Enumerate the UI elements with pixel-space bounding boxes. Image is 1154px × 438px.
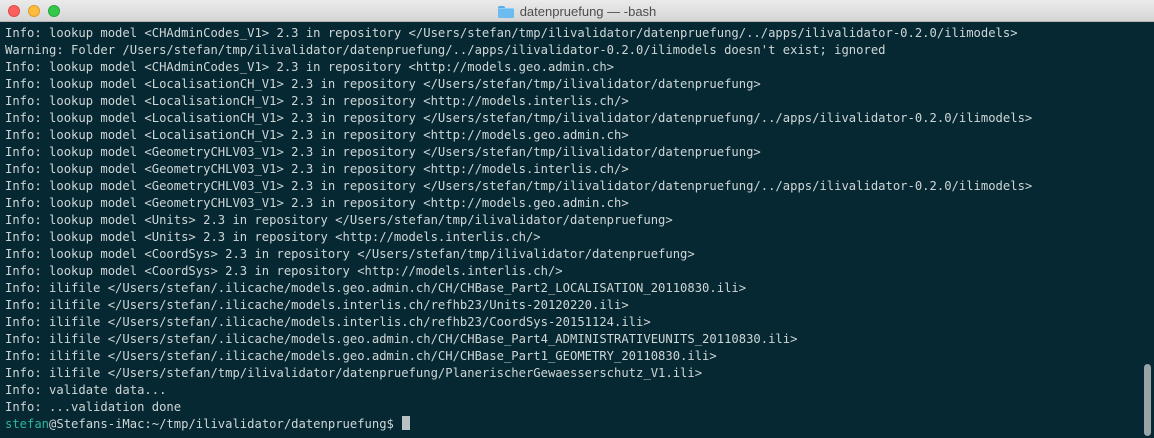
- terminal-line: Info: lookup model <LocalisationCH_V1> 2…: [5, 128, 629, 142]
- terminal-text: Info: lookup model <CHAdminCodes_V1> 2.3…: [5, 25, 1140, 433]
- scrollbar-thumb[interactable]: [1144, 364, 1151, 436]
- terminal-line: Info: lookup model <LocalisationCH_V1> 2…: [5, 94, 629, 108]
- terminal-line: Info: ilifile </Users/stefan/.ilicache/m…: [5, 349, 717, 363]
- title-bar: datenpruefung — -bash: [0, 0, 1154, 22]
- terminal-line: Info: lookup model <CHAdminCodes_V1> 2.3…: [5, 26, 1018, 40]
- terminal-line: Info: lookup model <LocalisationCH_V1> 2…: [5, 77, 761, 91]
- terminal-line: Info: lookup model <CoordSys> 2.3 in rep…: [5, 247, 695, 261]
- terminal-line: Info: lookup model <GeometryCHLV03_V1> 2…: [5, 162, 629, 176]
- terminal-line: Info: lookup model <CHAdminCodes_V1> 2.3…: [5, 60, 615, 74]
- scrollbar[interactable]: [1143, 24, 1152, 436]
- terminal-line: Info: lookup model <GeometryCHLV03_V1> 2…: [5, 179, 1033, 193]
- terminal-line: Info: lookup model <GeometryCHLV03_V1> 2…: [5, 145, 761, 159]
- terminal-line: Info: ilifile </Users/stefan/.ilicache/m…: [5, 332, 798, 346]
- terminal-window: datenpruefung — -bash Info: lookup model…: [0, 0, 1154, 438]
- window-title: datenpruefung — -bash: [519, 3, 657, 19]
- folder-icon: [497, 5, 514, 18]
- window-title-group: datenpruefung — -bash: [0, 0, 1154, 22]
- terminal-line: Info: ilifile </Users/stefan/.ilicache/m…: [5, 298, 629, 312]
- terminal-line: Info: lookup model <Units> 2.3 in reposi…: [5, 213, 673, 227]
- terminal-line: Info: ilifile </Users/stefan/.ilicache/m…: [5, 281, 747, 295]
- terminal-output[interactable]: Info: lookup model <CHAdminCodes_V1> 2.3…: [0, 22, 1154, 438]
- prompt-path: @Stefans-iMac:~/tmp/ilivalidator/datenpr…: [49, 417, 402, 431]
- prompt-line[interactable]: stefan@Stefans-iMac:~/tmp/ilivalidator/d…: [5, 416, 1140, 433]
- terminal-line: Info: validate data...: [5, 383, 167, 397]
- terminal-line: Warning: Folder /Users/stefan/tmp/ilival…: [5, 43, 886, 57]
- terminal-line: Info: lookup model <Units> 2.3 in reposi…: [5, 230, 541, 244]
- terminal-line: Info: ...validation done: [5, 400, 182, 414]
- terminal-line: Info: ilifile </Users/stefan/tmp/ilivali…: [5, 366, 703, 380]
- terminal-line: Info: lookup model <LocalisationCH_V1> 2…: [5, 111, 1033, 125]
- terminal-line: Info: lookup model <CoordSys> 2.3 in rep…: [5, 264, 563, 278]
- terminal-line: Info: lookup model <GeometryCHLV03_V1> 2…: [5, 196, 629, 210]
- prompt-user: stefan: [5, 417, 50, 431]
- text-cursor: [402, 416, 411, 430]
- terminal-line: Info: ilifile </Users/stefan/.ilicache/m…: [5, 315, 651, 329]
